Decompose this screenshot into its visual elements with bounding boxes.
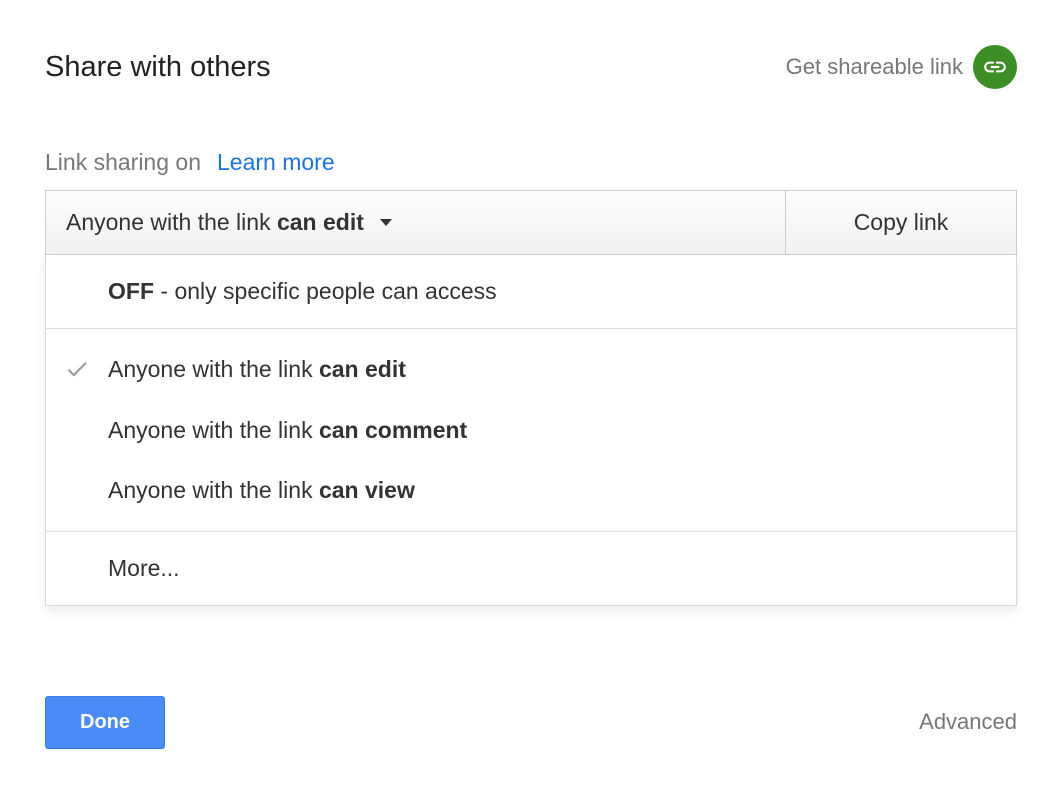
menu-item-more[interactable]: More... xyxy=(46,532,1016,605)
menu-item-bold: can view xyxy=(319,477,415,503)
menu-item-can-view[interactable]: Anyone with the link can view xyxy=(46,460,1016,521)
menu-item-off[interactable]: OFF - only specific people can access xyxy=(46,255,1016,328)
check-icon xyxy=(64,356,90,382)
menu-item-can-comment[interactable]: Anyone with the link can comment xyxy=(46,400,1016,461)
link-icon xyxy=(973,45,1017,89)
dialog-title: Share with others xyxy=(45,51,271,84)
dropdown-bold: can edit xyxy=(277,209,364,235)
menu-item-can-edit[interactable]: Anyone with the link can edit xyxy=(46,339,1016,400)
get-shareable-link-label: Get shareable link xyxy=(786,54,963,80)
link-permission-menu: OFF - only specific people can access An… xyxy=(45,255,1017,606)
menu-item-bold: can comment xyxy=(319,417,467,443)
menu-item-prefix: Anyone with the link xyxy=(108,417,319,443)
menu-item-bold: can edit xyxy=(319,356,406,382)
link-permission-dropdown[interactable]: Anyone with the link can edit xyxy=(46,191,786,254)
menu-item-prefix: Anyone with the link xyxy=(108,356,319,382)
learn-more-link[interactable]: Learn more xyxy=(217,149,335,176)
menu-item-prefix: Anyone with the link xyxy=(108,477,319,503)
get-shareable-link-button[interactable]: Get shareable link xyxy=(786,45,1017,89)
done-button[interactable]: Done xyxy=(45,696,165,749)
dropdown-prefix: Anyone with the link xyxy=(66,209,277,235)
copy-link-button[interactable]: Copy link xyxy=(786,191,1016,254)
chevron-down-icon xyxy=(380,219,392,226)
menu-item-off-rest: - only specific people can access xyxy=(154,278,497,304)
link-sharing-status: Link sharing on xyxy=(45,149,201,176)
menu-item-off-bold: OFF xyxy=(108,278,154,304)
menu-item-more-label: More... xyxy=(108,550,180,587)
advanced-link[interactable]: Advanced xyxy=(919,709,1017,735)
